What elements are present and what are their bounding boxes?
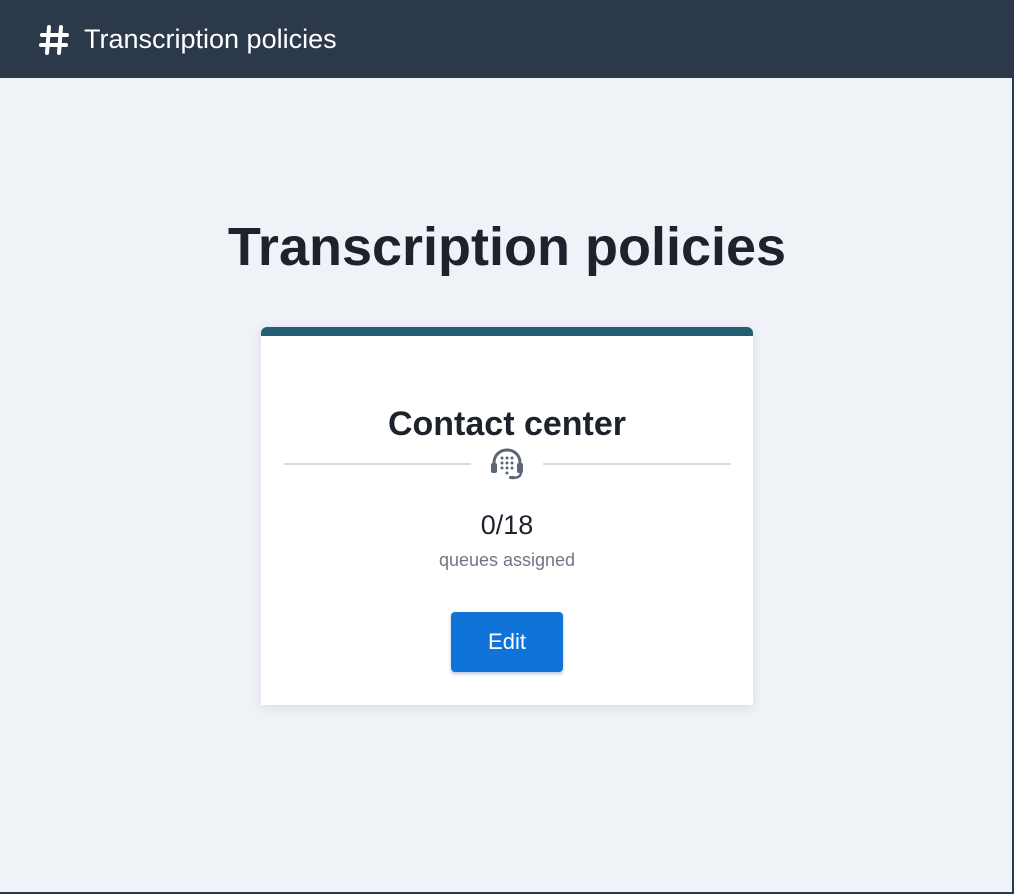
- policy-card-contact-center: Contact center 0/18 queues assigned Edit: [261, 327, 753, 705]
- assigned-queues-count: 0/18: [480, 510, 534, 540]
- policy-card-title: Contact center: [387, 405, 627, 444]
- edit-button[interactable]: Edit: [451, 612, 563, 672]
- assigned-queues-label: queues assigned: [438, 550, 576, 570]
- app-bar-title: Transcription policies: [84, 24, 337, 54]
- card-divider-left: [284, 463, 471, 465]
- card-accent-bar: [261, 327, 753, 336]
- top-app-bar: Transcription policies: [0, 0, 1014, 78]
- headset-icon: [491, 448, 523, 480]
- page-title: Transcription policies: [227, 217, 787, 278]
- card-divider-right: [543, 463, 731, 465]
- hash-icon: [39, 25, 69, 55]
